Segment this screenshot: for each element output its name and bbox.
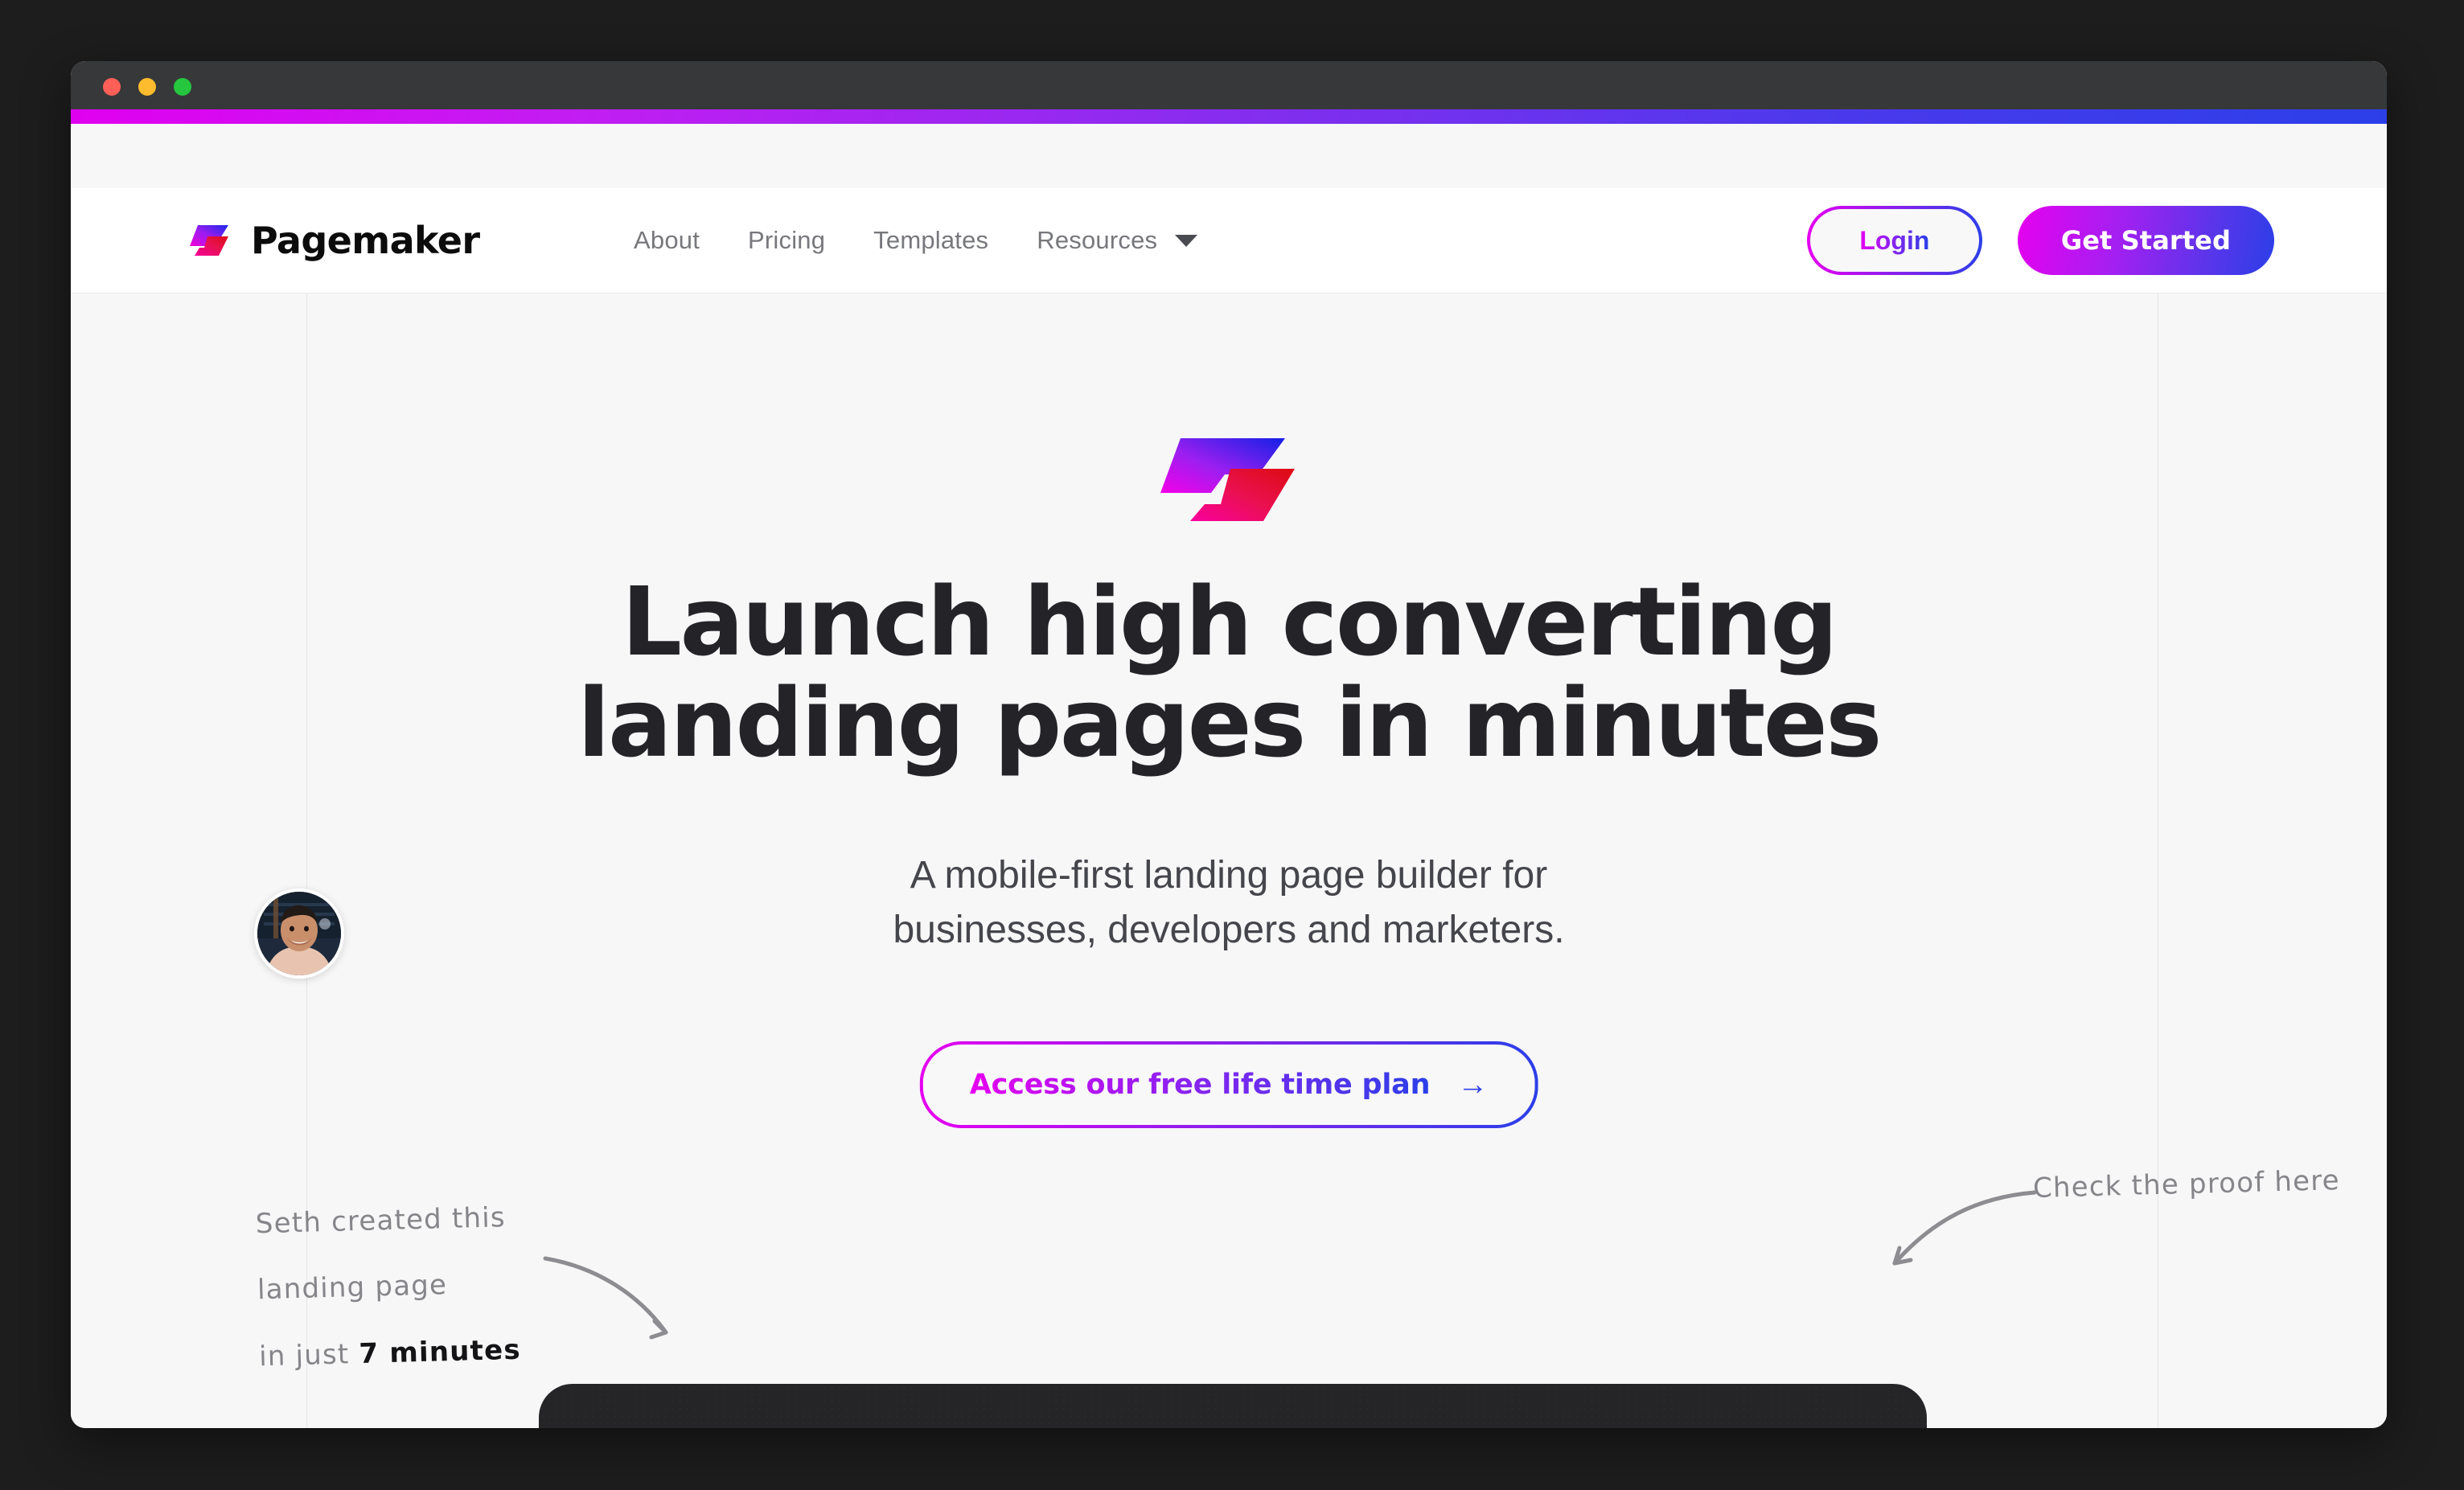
hero-title-line-2: landing pages in minutes [577, 667, 1882, 779]
close-window-button[interactable] [103, 78, 121, 96]
window-controls [103, 78, 191, 96]
site-header: Pagemaker About Pricing Templates Resour… [71, 188, 2387, 293]
login-button-label: Login [1859, 225, 1930, 255]
hero-title: Launch high converting landing pages in … [344, 571, 2113, 774]
nav-label-templates: Templates [873, 226, 989, 254]
nav-item-pricing[interactable]: Pricing [748, 226, 825, 255]
left-note-line-2: landing page [257, 1269, 448, 1307]
chevron-down-icon [1175, 234, 1198, 247]
brand-logo[interactable]: Pagemaker [183, 215, 480, 265]
right-curved-arrow-icon [1892, 1190, 2037, 1266]
cta-wrapper: Access our free life time plan → [920, 1041, 1538, 1128]
left-note-line-3-prefix: in just [258, 1337, 359, 1373]
page-root: Pagemaker About Pricing Templates Resour… [0, 0, 2464, 1490]
left-note-line-3: in just 7 minutes [258, 1316, 522, 1389]
gradient-progress-bar [71, 109, 2387, 124]
brand-name: Pagemaker [251, 219, 480, 262]
nav-item-resources[interactable]: Resources [1037, 226, 1198, 255]
left-curved-arrow-icon [543, 1256, 668, 1340]
hero-section: Launch high converting landing pages in … [71, 293, 2387, 1428]
device-mockup-preview [539, 1384, 1927, 1428]
cta-label: Access our free life time plan [969, 1069, 1431, 1101]
hero-title-line-1: Launch high converting [621, 566, 1838, 677]
hero-subtitle: A mobile-first landing page builder for … [666, 848, 1792, 958]
login-button[interactable]: Login [1807, 206, 1982, 275]
access-free-plan-button[interactable]: Access our free life time plan → [920, 1041, 1538, 1128]
minimize-window-button[interactable] [138, 78, 156, 96]
browser-toolbar-strip [71, 124, 2387, 188]
arrow-right-icon: → [1457, 1068, 1489, 1102]
get-started-button-label: Get Started [2060, 225, 2231, 256]
nav-label-pricing: Pricing [748, 226, 826, 254]
left-note-highlight: 7 minutes [358, 1333, 522, 1370]
hero-subtitle-line-2: businesses, developers and marketers. [893, 909, 1565, 952]
right-handwritten-note: Check the proof here [2032, 1164, 2341, 1205]
browser-window: Pagemaker About Pricing Templates Resour… [71, 61, 2387, 1428]
main-navigation: About Pricing Templates Resources [634, 226, 1198, 255]
pagemaker-mark-icon [1156, 430, 1301, 527]
nav-item-templates[interactable]: Templates [873, 226, 988, 255]
nav-label-about: About [634, 226, 700, 254]
nav-label-resources: Resources [1037, 226, 1158, 254]
pagemaker-logo-icon [183, 215, 233, 265]
get-started-button[interactable]: Get Started [2017, 206, 2274, 275]
header-actions: Login Get Started [1807, 206, 2274, 275]
browser-titlebar [71, 61, 2387, 109]
nav-item-about[interactable]: About [634, 226, 700, 255]
left-handwritten-note: Seth created this landing page in just 7… [255, 1184, 522, 1389]
avatar[interactable] [254, 889, 344, 979]
maximize-window-button[interactable] [174, 78, 191, 96]
hero-subtitle-line-1: A mobile-first landing page builder for [910, 854, 1548, 897]
left-note-line-1: Seth created this [255, 1201, 507, 1241]
